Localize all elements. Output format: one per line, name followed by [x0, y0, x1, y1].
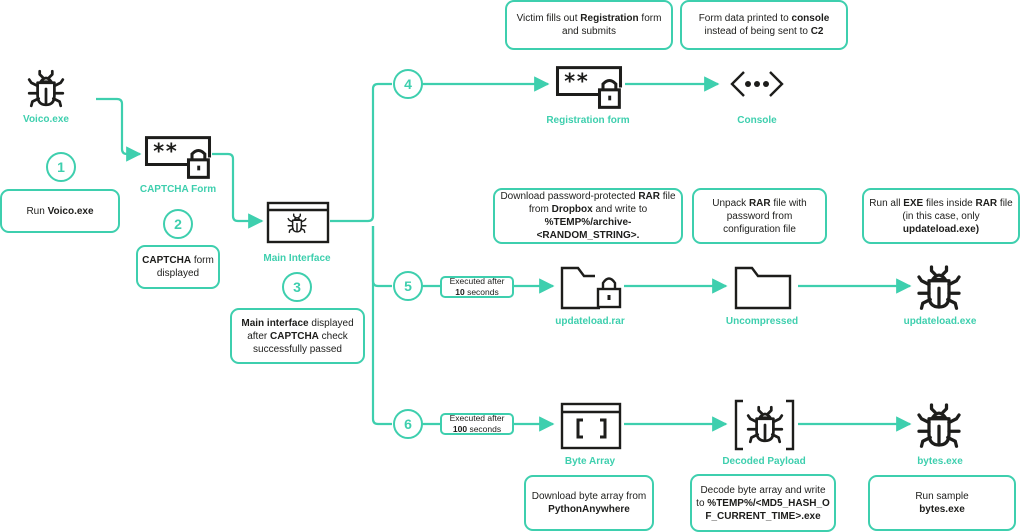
registration-form-icon — [555, 66, 623, 109]
delay-10-seconds: Executed after 10 seconds — [440, 276, 514, 298]
step-5-badge: 5 — [393, 271, 423, 301]
updateload-exe-bug-icon — [917, 265, 961, 310]
captcha-form-icon — [144, 136, 212, 179]
node-label-console: Console — [737, 115, 777, 126]
step-6-badge: 6 — [393, 409, 423, 439]
note-unpack-rar: Unpack RAR file with password from confi… — [692, 188, 827, 244]
step-2-badge: 2 — [163, 209, 193, 239]
node-label-byte-array: Byte Array — [564, 456, 616, 467]
note-run-voico: Run Voico.exe — [0, 189, 120, 233]
lock-keyhole — [607, 295, 611, 300]
step-1-badge: 1 — [46, 152, 76, 182]
note-console-output: Form data printed to console instead of … — [680, 0, 848, 50]
node-label-rar: updateload.rar — [555, 316, 625, 327]
note-captcha-displayed: CAPTCHA form displayed — [136, 245, 220, 289]
note-run-exe-files: Run all EXE files inside RAR file (in th… — [862, 188, 1020, 244]
main-interface-bug-icon — [287, 213, 307, 234]
node-label-registration: Registration form — [546, 115, 630, 126]
main-interface-icon — [266, 201, 330, 244]
node-label-bytes-exe: bytes.exe — [917, 456, 963, 467]
note-download-rar: Download password-protected RAR file fro… — [493, 188, 683, 244]
node-label-uncompressed: Uncompressed — [725, 316, 799, 327]
node-label-voico: Voico.exe — [23, 114, 69, 125]
step-3-badge: 3 — [282, 272, 312, 302]
byte-array-icon — [560, 402, 622, 450]
step-4-badge: 4 — [393, 69, 423, 99]
note-download-byte-array: Download byte array from PythonAnywhere — [524, 475, 654, 531]
note-main-interface-displayed: Main interface displayed after CAPTCHA c… — [230, 308, 365, 364]
bytes-exe-bug-icon — [917, 403, 961, 448]
node-label-decoded-payload: Decoded Payload — [722, 456, 806, 467]
locked-folder-icon — [560, 266, 622, 310]
console-dots — [745, 81, 769, 87]
voico-bug-icon — [27, 69, 65, 108]
node-label-captcha: CAPTCHA Form — [139, 184, 217, 195]
node-label-main-interface: Main Interface — [263, 253, 331, 264]
decoded-payload-bug-icon — [746, 405, 784, 444]
node-label-updateload-exe: updateload.exe — [903, 316, 977, 327]
note-registration-submit: Victim fills out Registration form and s… — [505, 0, 673, 50]
folder-icon — [734, 266, 792, 310]
delay-100-seconds: Executed after 100 seconds — [440, 413, 514, 435]
note-decode-byte-array: Decode byte array and write to %TEMP%/<M… — [690, 474, 836, 532]
note-run-bytes-exe: Run sample bytes.exe — [868, 475, 1016, 531]
